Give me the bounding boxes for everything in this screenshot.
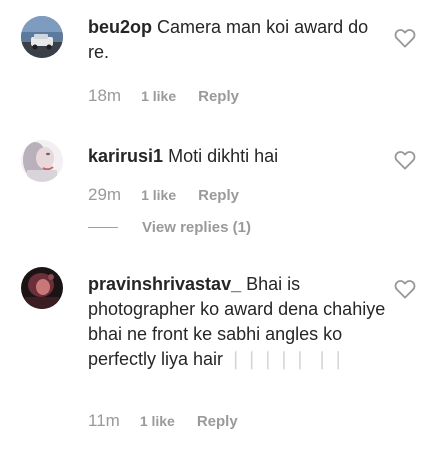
comment-meta: 29m 1 like Reply — [88, 185, 239, 205]
comment-username[interactable]: karirusi1 — [88, 146, 163, 166]
avatar[interactable] — [21, 267, 63, 309]
reply-button[interactable]: Reply — [198, 187, 239, 204]
comments-list: beu2op Camera man koi award do re. 18m 1… — [0, 0, 446, 450]
heart-outline-icon[interactable] — [394, 279, 416, 299]
avatar[interactable] — [21, 16, 63, 58]
comment-username[interactable]: pravinshrivastav_ — [88, 274, 241, 294]
comment-meta: 11m 1 like Reply — [88, 411, 238, 431]
avatar[interactable] — [21, 140, 63, 182]
comment-likes[interactable]: 1 like — [141, 88, 176, 104]
view-replies-label[interactable]: View replies (1) — [142, 219, 251, 236]
heart-outline-icon[interactable] — [394, 150, 416, 170]
comment-time: 18m — [88, 86, 122, 105]
comment-username[interactable]: beu2op — [88, 17, 152, 37]
comment-likes[interactable]: 1 like — [141, 187, 176, 203]
comment-text: karirusi1 Moti dikhti hai — [88, 144, 388, 169]
comment-time: 11m — [88, 411, 120, 430]
comment-body: Moti dikhti hai — [168, 146, 279, 166]
comment-text: beu2op Camera man koi award do re. — [88, 15, 388, 65]
comment-meta: 18m 1 like Reply — [88, 86, 239, 106]
comment-body-faint: ❘❘❘❘❘ ❘❘ — [228, 349, 347, 369]
view-replies-button[interactable]: View replies (1) — [88, 217, 251, 237]
reply-button[interactable]: Reply — [197, 413, 238, 430]
comment-time: 29m — [88, 185, 122, 204]
comment-text: pravinshrivastav_ Bhai is photographer k… — [88, 272, 388, 372]
reply-button[interactable]: Reply — [198, 88, 239, 105]
view-replies-divider — [88, 226, 118, 228]
heart-outline-icon[interactable] — [394, 28, 416, 48]
comment-likes[interactable]: 1 like — [140, 413, 175, 429]
